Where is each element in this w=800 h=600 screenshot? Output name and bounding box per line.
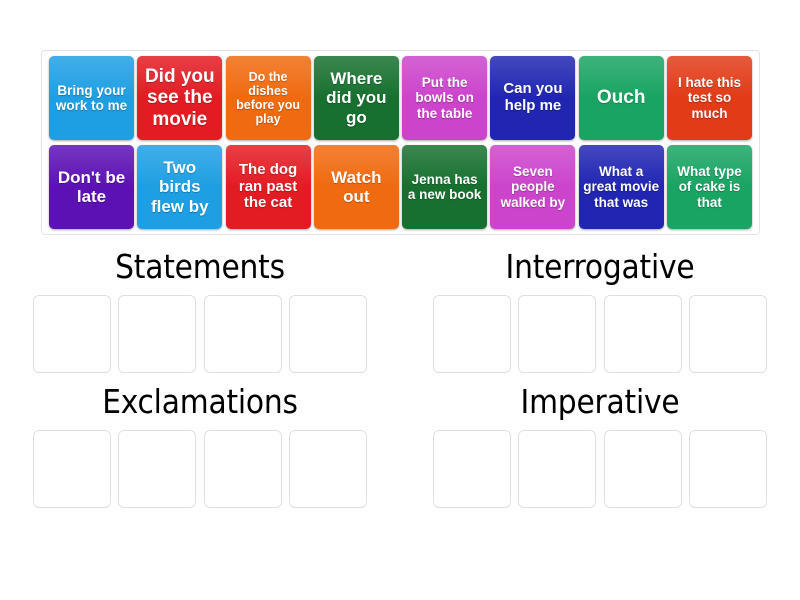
drop-slot-row — [33, 294, 367, 373]
drop-slot[interactable] — [603, 429, 682, 508]
answer-tile[interactable]: What type of cake is that — [666, 145, 752, 229]
answer-tile[interactable]: Jenna has a new book — [402, 145, 488, 229]
tile-row-1: Bring your work to me Did you see the mov… — [46, 56, 755, 140]
answer-tile-label: The dog ran past the cat — [238, 160, 298, 212]
drop-slot[interactable] — [433, 429, 511, 508]
drop-slot-row — [433, 429, 767, 508]
answer-tile-label: Jenna has a new book — [407, 171, 482, 202]
answer-tile[interactable]: Bring your work to me — [49, 56, 134, 140]
answer-tile-tray: Bring your work to me Did you see the mov… — [41, 50, 760, 235]
answer-tile[interactable]: Watch out — [313, 145, 399, 229]
answer-tile-label: I hate this test so much — [677, 75, 741, 121]
answer-tile-label: Can you help me — [503, 80, 563, 114]
answer-tile[interactable]: Don't be late — [49, 145, 134, 229]
drop-slot[interactable] — [118, 294, 197, 373]
answer-tile[interactable]: Did you see the movie — [137, 56, 223, 140]
answer-tile[interactable]: Do the dishes before you play — [225, 56, 311, 140]
drop-slot[interactable] — [118, 429, 197, 508]
answer-tile-label: Ouch — [596, 87, 646, 109]
drop-slot-row — [33, 429, 367, 508]
category-title: Exclamations — [102, 381, 298, 421]
answer-tile[interactable]: Put the bowls on the table — [402, 56, 488, 140]
drop-slot[interactable] — [203, 429, 282, 508]
answer-tile-label: Watch out — [331, 167, 382, 206]
category-group: Imperative — [400, 381, 800, 508]
answer-tile-label: What a great movie that was — [583, 164, 660, 210]
drop-slot[interactable] — [518, 429, 597, 508]
drop-slot[interactable] — [603, 294, 682, 373]
drop-slot[interactable] — [688, 294, 767, 373]
answer-tile[interactable]: The dog ran past the cat — [225, 145, 311, 229]
answer-tile-label: Where did you go — [326, 69, 387, 127]
answer-tile[interactable]: I hate this test so much — [666, 56, 752, 140]
answer-tile-label: Seven people walked by — [500, 164, 566, 210]
answer-tile[interactable]: Where did you go — [313, 56, 399, 140]
drop-slot[interactable] — [518, 294, 597, 373]
drop-slot[interactable] — [33, 429, 111, 508]
drop-slot[interactable] — [288, 294, 367, 373]
category-title: Statements — [115, 247, 285, 286]
answer-tile-label: Put the bowls on the table — [415, 75, 474, 121]
category-group: Exclamations — [0, 381, 400, 508]
answer-tile[interactable]: Seven people walked by — [490, 145, 576, 229]
answer-tile[interactable]: Two birds flew by — [137, 145, 223, 229]
answer-tile-label: Bring your work to me — [55, 82, 128, 113]
tile-row-2: Don't be late Two birds flew by The dog ra… — [46, 145, 755, 229]
category-groups: Statements Interrogative Exclamations Imper… — [0, 248, 800, 518]
answer-tile-label: Did you see the movie — [144, 66, 215, 130]
answer-tile-label: Do the dishes before you play — [236, 70, 301, 126]
drop-slot[interactable] — [203, 294, 282, 373]
drop-slot[interactable] — [288, 429, 367, 508]
answer-tile-label: Two birds flew by — [150, 158, 209, 216]
answer-tile[interactable]: What a great movie that was — [578, 145, 664, 229]
answer-tile-label: Don't be late — [57, 167, 126, 206]
category-group: Statements — [0, 248, 400, 373]
activity-root: Bring your work to me Did you see the mov… — [0, 0, 800, 600]
drop-slot[interactable] — [33, 294, 111, 373]
drop-slot-row — [433, 294, 767, 373]
drop-slot[interactable] — [688, 429, 767, 508]
category-group: Interrogative — [400, 248, 800, 373]
answer-tile-label: What type of cake is that — [677, 164, 742, 210]
category-title: Imperative — [520, 381, 680, 421]
answer-tile[interactable]: Can you help me — [490, 56, 576, 140]
answer-tile[interactable]: Ouch — [578, 56, 664, 140]
category-title: Interrogative — [505, 247, 695, 286]
drop-slot[interactable] — [433, 294, 511, 373]
